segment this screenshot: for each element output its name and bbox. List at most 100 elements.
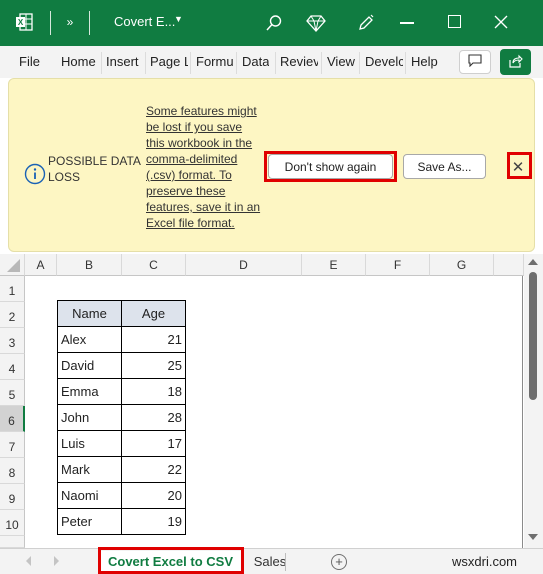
- dont-show-again-button[interactable]: Don't show again: [268, 154, 393, 179]
- row-header-11[interactable]: [0, 536, 25, 548]
- cell-age[interactable]: 18: [121, 378, 186, 405]
- cell-name[interactable]: Emma: [57, 378, 122, 405]
- tab-separator: [190, 52, 191, 74]
- file-name[interactable]: Covert E...: [114, 14, 175, 29]
- cell-age[interactable]: 22: [121, 456, 186, 483]
- tab-file[interactable]: File: [19, 54, 40, 69]
- diamond-icon[interactable]: [306, 13, 326, 33]
- column-header-b[interactable]: B: [57, 254, 122, 276]
- scroll-down-arrow-icon[interactable]: [528, 534, 538, 540]
- header-cell-name[interactable]: Name: [57, 300, 122, 327]
- tab-separator: [405, 52, 406, 74]
- tab-formulas[interactable]: Formu: [196, 54, 234, 69]
- column-header-c[interactable]: C: [122, 254, 186, 276]
- search-icon[interactable]: [264, 13, 284, 33]
- title-bar: X » Covert E... ▼: [0, 0, 543, 46]
- table-header-row: Name Age: [57, 300, 186, 327]
- vertical-scrollbar[interactable]: [524, 254, 543, 548]
- tab-developer[interactable]: Develc: [365, 54, 403, 69]
- title-separator: [50, 11, 51, 35]
- row-header-6[interactable]: 6: [0, 406, 25, 432]
- cell-age[interactable]: 21: [121, 326, 186, 353]
- tab-insert[interactable]: Insert: [106, 54, 139, 69]
- cell-age[interactable]: 17: [121, 430, 186, 457]
- table-row: David 25: [57, 352, 186, 379]
- scrollbar-thumb[interactable]: [529, 272, 537, 400]
- table-row: Mark 22: [57, 456, 186, 483]
- table-row: Alex 21: [57, 326, 186, 353]
- scroll-up-arrow-icon[interactable]: [528, 259, 538, 265]
- cell-name[interactable]: Alex: [57, 326, 122, 353]
- column-header-h[interactable]: [494, 254, 524, 276]
- column-header-g[interactable]: G: [430, 254, 494, 276]
- header-cell-age[interactable]: Age: [121, 300, 186, 327]
- svg-text:X: X: [18, 18, 24, 27]
- row-header-5[interactable]: 5: [0, 380, 25, 406]
- tab-view[interactable]: View: [327, 54, 355, 69]
- cell-age[interactable]: 20: [121, 482, 186, 509]
- cell-name[interactable]: Naomi: [57, 482, 122, 509]
- watermark-text: wsxdri.com: [452, 554, 518, 569]
- row-header-8[interactable]: 8: [0, 458, 25, 484]
- row-header-10[interactable]: 10: [0, 510, 25, 536]
- pen-icon[interactable]: [356, 13, 376, 33]
- cell-name[interactable]: Mark: [57, 456, 122, 483]
- tab-separator: [145, 52, 146, 74]
- cell-name[interactable]: Peter: [57, 508, 122, 535]
- table-row: Naomi 20: [57, 482, 186, 509]
- data-table: Name Age Alex 21 David 25 Emma 18 John 2…: [57, 300, 186, 535]
- select-all-button[interactable]: [0, 254, 25, 276]
- sheet-tab-covert-excel-to-csv[interactable]: Covert Excel to CSV: [100, 551, 241, 573]
- add-sheet-icon[interactable]: +: [331, 554, 347, 570]
- column-header-f[interactable]: F: [366, 254, 430, 276]
- close-message-button[interactable]: ✕: [505, 155, 531, 179]
- sheet-tabs-bar: Covert Excel to CSV Sales + wsxdri.com: [0, 548, 543, 574]
- tab-help[interactable]: Help: [411, 54, 438, 69]
- sheet-tab-separator: [285, 553, 286, 571]
- message-title: POSSIBLE DATA LOSS: [48, 154, 141, 184]
- close-icon[interactable]: [492, 12, 510, 32]
- column-header-e[interactable]: E: [302, 254, 366, 276]
- row-header-7[interactable]: 7: [0, 432, 25, 458]
- sheet-tab-sales[interactable]: Sales: [246, 551, 294, 573]
- save-as-button[interactable]: Save As...: [403, 154, 486, 179]
- row-header-2[interactable]: 2: [0, 302, 25, 328]
- column-header-d[interactable]: D: [186, 254, 302, 276]
- row-header-1[interactable]: 1: [0, 276, 25, 302]
- tab-separator: [321, 52, 322, 74]
- tab-data[interactable]: Data: [242, 54, 269, 69]
- tab-home[interactable]: Home: [61, 54, 96, 69]
- info-icon: [24, 163, 46, 185]
- chevron-down-icon[interactable]: ▼: [174, 14, 183, 24]
- share-button[interactable]: [500, 49, 531, 75]
- sheet-prev-arrow-icon[interactable]: [26, 556, 31, 566]
- cell-name[interactable]: John: [57, 404, 122, 431]
- table-row: Emma 18: [57, 378, 186, 405]
- row-header-3[interactable]: 3: [0, 328, 25, 354]
- column-header-a[interactable]: A: [25, 254, 57, 276]
- tab-separator: [101, 52, 102, 74]
- cell-age[interactable]: 19: [121, 508, 186, 535]
- tab-separator: [359, 52, 360, 74]
- message-text-link[interactable]: Some features might be lost if you save …: [146, 103, 264, 231]
- row-header-4[interactable]: 4: [0, 354, 25, 380]
- table-row: Peter 19: [57, 508, 186, 535]
- comment-icon: [468, 54, 482, 70]
- excel-logo-icon[interactable]: X: [14, 12, 34, 32]
- share-icon: [508, 54, 523, 71]
- cell-name[interactable]: David: [57, 352, 122, 379]
- tab-separator: [236, 52, 237, 74]
- table-row: John 28: [57, 404, 186, 431]
- row-header-9[interactable]: 9: [0, 484, 25, 510]
- cell-name[interactable]: Luis: [57, 430, 122, 457]
- minimize-icon[interactable]: [400, 22, 414, 24]
- tab-review[interactable]: Reviev: [280, 54, 318, 69]
- tab-page-layout[interactable]: Page L: [150, 54, 188, 69]
- maximize-icon[interactable]: [448, 15, 461, 28]
- cell-age[interactable]: 28: [121, 404, 186, 431]
- cell-age[interactable]: 25: [121, 352, 186, 379]
- more-commands-button[interactable]: »: [62, 14, 78, 30]
- table-row: Luis 17: [57, 430, 186, 457]
- comments-button[interactable]: [459, 50, 491, 74]
- sheet-next-arrow-icon[interactable]: [54, 556, 59, 566]
